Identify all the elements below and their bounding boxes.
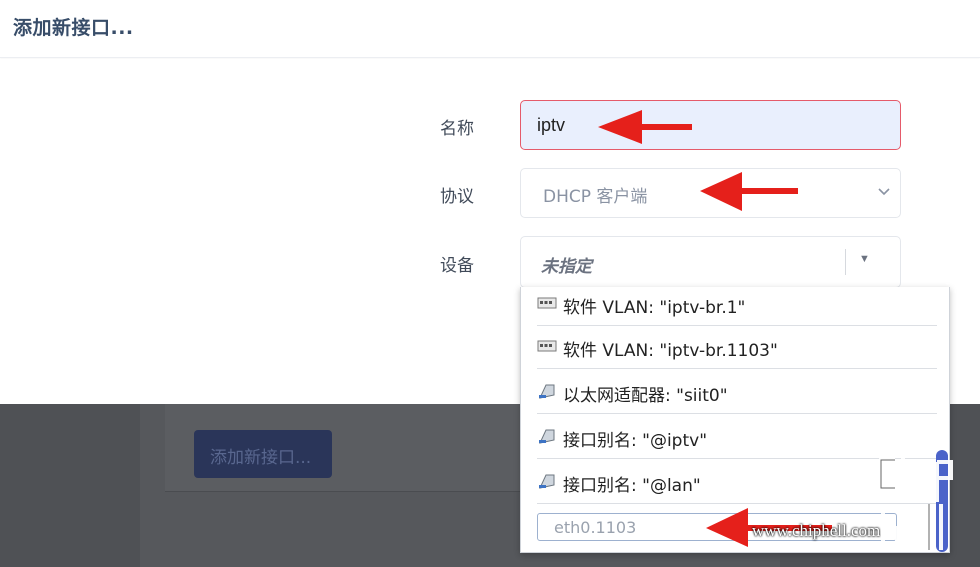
ethernet-icon (537, 473, 557, 489)
name-label: 名称 (440, 119, 474, 139)
device-label: 设备 (440, 256, 474, 276)
dropdown-item-label: 软件 VLAN: "iptv-br.1103" (563, 341, 778, 361)
chevron-down-icon (878, 185, 890, 199)
ethernet-icon (537, 383, 557, 399)
switch-icon (537, 338, 557, 354)
select-separator (845, 249, 846, 275)
protocol-select[interactable]: DHCP 客户端 (520, 168, 901, 218)
watermark-text: www.chiphell.com (752, 521, 881, 540)
dialog-title: 添加新接口... (13, 17, 134, 39)
dropdown-item-label: 以太网适配器: "siit0" (563, 386, 728, 406)
device-value: 未指定 (541, 257, 592, 277)
protocol-value: DHCP 客户端 (543, 187, 648, 207)
protocol-label: 协议 (440, 187, 474, 207)
watermark-logo (879, 448, 953, 552)
dropdown-item-label: 接口别名: "@iptv" (563, 431, 708, 451)
dropdown-item[interactable]: 软件 VLAN: "iptv-br.1" (537, 281, 937, 326)
dropdown-item[interactable]: 软件 VLAN: "iptv-br.1103" (537, 324, 937, 369)
name-field[interactable] (520, 100, 901, 150)
dropdown-item-label: 软件 VLAN: "iptv-br.1" (563, 298, 746, 318)
caret-down-icon[interactable]: ▼ (859, 253, 870, 265)
ethernet-icon (537, 428, 557, 444)
dropdown-item[interactable]: 以太网适配器: "siit0" (537, 369, 937, 414)
switch-icon (537, 295, 557, 311)
dialog-header: 添加新接口... (0, 0, 980, 58)
dropdown-item-label: 接口别名: "@lan" (563, 476, 701, 496)
name-input[interactable] (521, 101, 900, 149)
background-add-interface-button: 添加新接口... (194, 430, 332, 478)
